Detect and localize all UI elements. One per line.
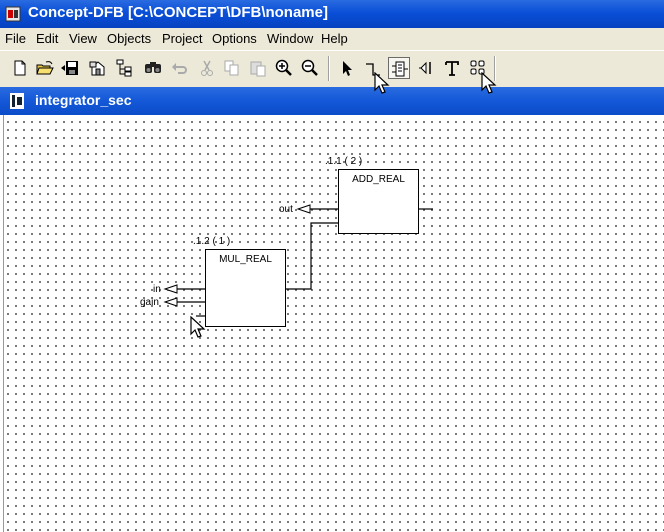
mul-real-block[interactable]: MUL_REAL	[205, 249, 286, 327]
mul-real-block-id: .1.2 ( 1 )	[193, 236, 231, 247]
in-pin-label: in	[153, 284, 161, 295]
mouse-cursor-icon	[374, 72, 390, 94]
gain-pin-triangle	[163, 297, 178, 307]
mouse-cursor-icon	[190, 316, 206, 338]
out-pin-triangle	[296, 204, 311, 214]
add-real-block-type: ADD_REAL	[352, 174, 405, 185]
connection-layer	[163, 204, 433, 317]
out-pin-label: out	[279, 204, 293, 215]
gain-pin-label: gain	[140, 297, 159, 308]
mouse-cursor-icon	[481, 72, 497, 94]
add-real-block-id: .1.1 ( 2 )	[325, 156, 363, 167]
add-real-block[interactable]: ADD_REAL	[338, 169, 419, 234]
link-mul-to-add	[286, 222, 338, 290]
in-pin-triangle	[163, 284, 178, 294]
mul-real-block-type: MUL_REAL	[219, 254, 272, 265]
